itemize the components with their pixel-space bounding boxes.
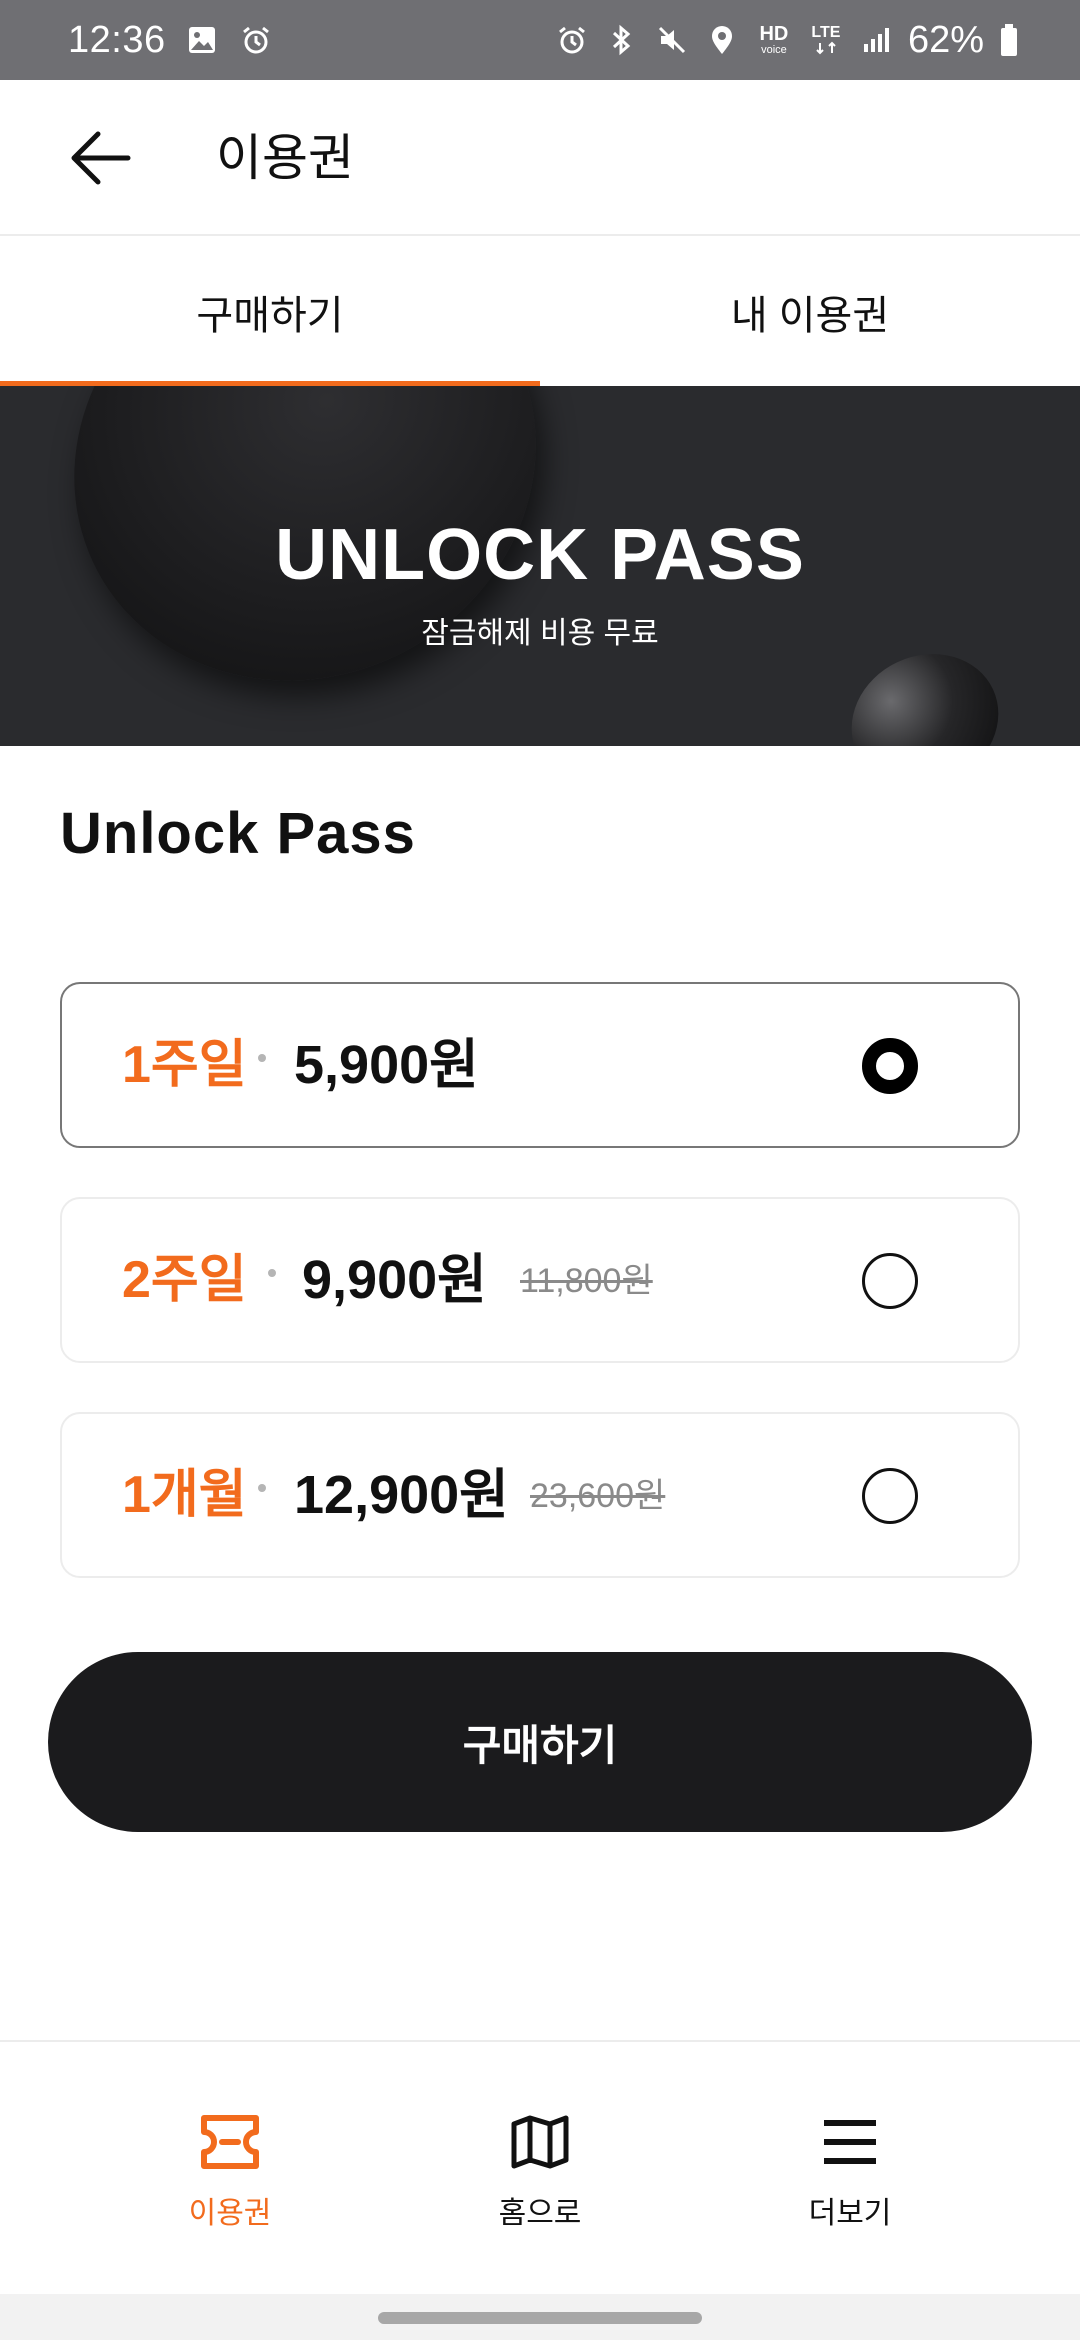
status-left: 12:36 xyxy=(68,0,274,80)
page-title: 이용권 xyxy=(216,130,354,186)
ticket-icon xyxy=(198,2110,262,2174)
location-icon xyxy=(704,22,740,58)
nav-label: 이용권 xyxy=(188,2197,272,2230)
option-price: 9,900원 xyxy=(302,1250,487,1310)
nav-label: 홈으로 xyxy=(498,2197,582,2230)
option-radio[interactable] xyxy=(862,1468,918,1524)
mute-icon xyxy=(654,22,690,58)
purchase-button[interactable]: 구매하기 xyxy=(48,1652,1032,1832)
option-period: 1개월 xyxy=(122,1466,247,1524)
alarm-icon xyxy=(554,22,590,58)
option-price: 12,900원 xyxy=(294,1465,509,1525)
status-time: 12:36 xyxy=(68,18,166,61)
hd-label: HD xyxy=(759,23,789,45)
tab-purchase[interactable]: 구매하기 xyxy=(0,238,540,386)
hd-voice-icon: HD voice xyxy=(754,22,794,58)
image-icon xyxy=(184,22,220,58)
banner-title: UNLOCK PASS xyxy=(275,515,805,595)
pass-option-1week[interactable]: 1주일 5,900원 xyxy=(60,982,1020,1148)
option-price: 5,900원 xyxy=(294,1035,479,1095)
voice-label: voice xyxy=(761,44,787,56)
nav-item-passes[interactable]: 이용권 xyxy=(80,2042,380,2296)
bluetooth-icon xyxy=(604,22,640,58)
nav-label: 더보기 xyxy=(808,2197,892,2230)
option-radio-selected[interactable] xyxy=(862,1038,918,1094)
pass-option-2week[interactable]: 2주일 9,900원 11,800원 xyxy=(60,1197,1020,1363)
battery-icon xyxy=(998,22,1020,58)
option-period: 1주일 xyxy=(122,1036,247,1094)
lte-icon: LTE xyxy=(808,22,844,58)
nav-item-more[interactable]: 더보기 xyxy=(700,2042,1000,2296)
promo-banner: UNLOCK PASS 잠금해제 비용 무료 xyxy=(0,386,1080,746)
status-right: HD voice LTE 62% xyxy=(554,0,1020,80)
back-button[interactable] xyxy=(60,118,140,198)
tab-bar: 구매하기 내 이용권 xyxy=(0,238,1080,386)
separator-dot xyxy=(258,1484,266,1492)
signal-icon xyxy=(858,22,894,58)
option-original-price: 23,600원 xyxy=(530,1477,666,1515)
menu-icon xyxy=(818,2110,882,2174)
option-radio[interactable] xyxy=(862,1253,918,1309)
bottom-navigation: 이용권 홈으로 더보기 xyxy=(0,2040,1080,2294)
status-bar: 12:36 HD voice LTE 62% xyxy=(0,0,1080,80)
lte-label: LTE xyxy=(811,24,841,41)
tab-my-passes[interactable]: 내 이용권 xyxy=(540,238,1080,386)
app-bar: 이용권 xyxy=(0,80,1080,236)
separator-dot xyxy=(258,1054,266,1062)
gesture-handle[interactable] xyxy=(378,2312,702,2324)
gesture-area xyxy=(0,2294,1080,2340)
separator-dot xyxy=(268,1269,276,1277)
banner-subtitle: 잠금해제 비용 무료 xyxy=(421,617,659,650)
option-period: 2주일 xyxy=(122,1251,247,1309)
arrow-left-icon xyxy=(71,131,131,185)
option-original-price: 11,800원 xyxy=(520,1262,653,1300)
pass-option-1month[interactable]: 1개월 12,900원 23,600원 xyxy=(60,1412,1020,1578)
section-title: Unlock Pass xyxy=(60,801,416,866)
map-icon xyxy=(508,2110,572,2174)
alarm-icon xyxy=(238,22,274,58)
battery-percent: 62% xyxy=(907,18,984,61)
nav-item-home[interactable]: 홈으로 xyxy=(390,2042,690,2296)
